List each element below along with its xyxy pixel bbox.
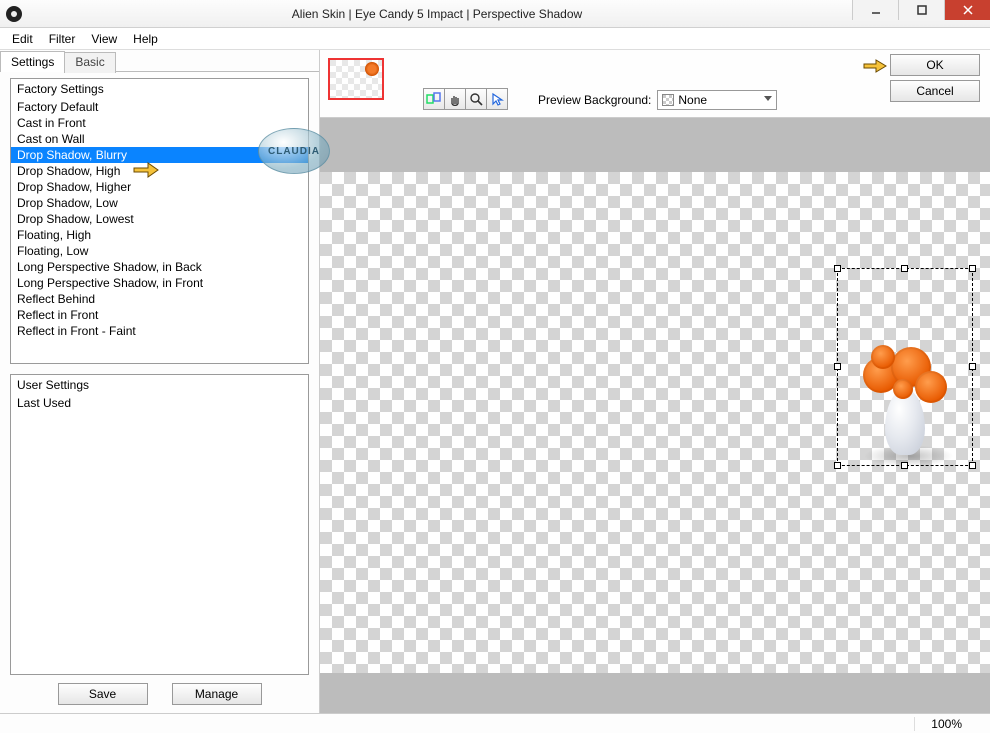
preview-background-value: None — [678, 93, 707, 107]
hand-icon — [448, 92, 462, 106]
tab-content: Factory Settings Factory DefaultCast in … — [0, 72, 319, 709]
workspace: Settings Basic Factory Settings Factory … — [0, 50, 990, 713]
preview-strip-bottom — [320, 673, 990, 713]
pointer-icon — [490, 92, 504, 106]
tab-strip: Settings Basic — [0, 50, 319, 72]
preview-icon — [426, 92, 442, 106]
user-settings-box: User Settings Last Used — [10, 374, 309, 675]
user-settings-list[interactable]: Last Used — [11, 395, 308, 674]
preview-background-row: Preview Background: None — [538, 90, 777, 110]
preview-canvas[interactable] — [320, 172, 990, 673]
tool-hand-button[interactable] — [444, 88, 466, 110]
factory-settings-header: Factory Settings — [11, 79, 308, 99]
status-bar: 100% — [0, 713, 990, 733]
close-icon — [963, 5, 973, 15]
factory-settings-box: Factory Settings Factory DefaultCast in … — [10, 78, 309, 364]
factory-preset-item[interactable]: Drop Shadow, High — [11, 163, 308, 179]
handle-mid-left[interactable] — [834, 363, 841, 370]
pointer-annotation-icon — [862, 56, 888, 74]
chevron-down-icon — [764, 96, 772, 101]
app-icon — [6, 6, 22, 22]
preview-background-select[interactable]: None — [657, 90, 777, 110]
minimize-button[interactable] — [852, 0, 898, 20]
tab-basic[interactable]: Basic — [64, 52, 115, 73]
factory-settings-list[interactable]: Factory DefaultCast in FrontCast on Wall… — [11, 99, 308, 363]
zoom-level: 100% — [914, 717, 978, 731]
manage-button[interactable]: Manage — [172, 683, 262, 705]
user-settings-header: User Settings — [11, 375, 308, 395]
magnifier-icon — [469, 92, 483, 106]
factory-preset-item[interactable]: Cast in Front — [11, 115, 308, 131]
factory-preset-item[interactable]: Reflect Behind — [11, 291, 308, 307]
title-bar: Alien Skin | Eye Candy 5 Impact | Perspe… — [0, 0, 990, 28]
factory-preset-item[interactable]: Drop Shadow, Lowest — [11, 211, 308, 227]
thumbnail[interactable] — [328, 58, 384, 100]
tool-zoom-button[interactable] — [465, 88, 487, 110]
left-panel: Settings Basic Factory Settings Factory … — [0, 50, 320, 713]
upper-toolbar: Preview Background: None OK Cancel — [320, 50, 990, 118]
handle-bottom-left[interactable] — [834, 462, 841, 469]
factory-preset-item[interactable]: Long Perspective Shadow, in Front — [11, 275, 308, 291]
right-panel: Preview Background: None OK Cancel — [320, 50, 990, 713]
save-button[interactable]: Save — [58, 683, 148, 705]
minimize-icon — [871, 5, 881, 15]
factory-preset-item[interactable]: Floating, Low — [11, 243, 308, 259]
tool-preview-button[interactable] — [423, 88, 445, 110]
window-title: Alien Skin | Eye Candy 5 Impact | Perspe… — [22, 7, 852, 21]
factory-preset-item[interactable]: Cast on Wall — [11, 131, 308, 147]
user-preset-item[interactable]: Last Used — [11, 395, 308, 411]
tool-pointer-button[interactable] — [486, 88, 508, 110]
selection-bounds[interactable] — [837, 268, 973, 466]
handle-bottom-mid[interactable] — [901, 462, 908, 469]
window-controls — [852, 0, 990, 27]
factory-preset-item[interactable]: Reflect in Front — [11, 307, 308, 323]
handle-top-right[interactable] — [969, 265, 976, 272]
menu-bar: Edit Filter View Help — [0, 28, 990, 50]
ok-button[interactable]: OK — [890, 54, 980, 76]
tab-settings[interactable]: Settings — [0, 51, 65, 72]
menu-filter[interactable]: Filter — [41, 30, 84, 48]
menu-help[interactable]: Help — [125, 30, 166, 48]
factory-preset-item[interactable]: Factory Default — [11, 99, 308, 115]
handle-top-mid[interactable] — [901, 265, 908, 272]
left-button-row: Save Manage — [10, 683, 309, 705]
handle-top-left[interactable] — [834, 265, 841, 272]
transparency-swatch-icon — [662, 94, 674, 106]
maximize-button[interactable] — [898, 0, 944, 20]
menu-view[interactable]: View — [83, 30, 125, 48]
tool-buttons — [424, 88, 508, 110]
preview-background-label: Preview Background: — [538, 93, 651, 107]
close-button[interactable] — [944, 0, 990, 20]
factory-preset-item[interactable]: Drop Shadow, Low — [11, 195, 308, 211]
handle-mid-right[interactable] — [969, 363, 976, 370]
factory-preset-item[interactable]: Long Perspective Shadow, in Back — [11, 259, 308, 275]
maximize-icon — [917, 5, 927, 15]
handle-bottom-right[interactable] — [969, 462, 976, 469]
dialog-action-buttons: OK Cancel — [890, 54, 980, 102]
factory-preset-item[interactable]: Drop Shadow, Blurry — [11, 147, 308, 163]
vase-image — [875, 355, 935, 455]
factory-preset-item[interactable]: Reflect in Front - Faint — [11, 323, 308, 339]
cancel-button[interactable]: Cancel — [890, 80, 980, 102]
factory-preset-item[interactable]: Floating, High — [11, 227, 308, 243]
factory-preset-item[interactable]: Drop Shadow, Higher — [11, 179, 308, 195]
menu-edit[interactable]: Edit — [4, 30, 41, 48]
preview-strip-top — [320, 118, 990, 172]
